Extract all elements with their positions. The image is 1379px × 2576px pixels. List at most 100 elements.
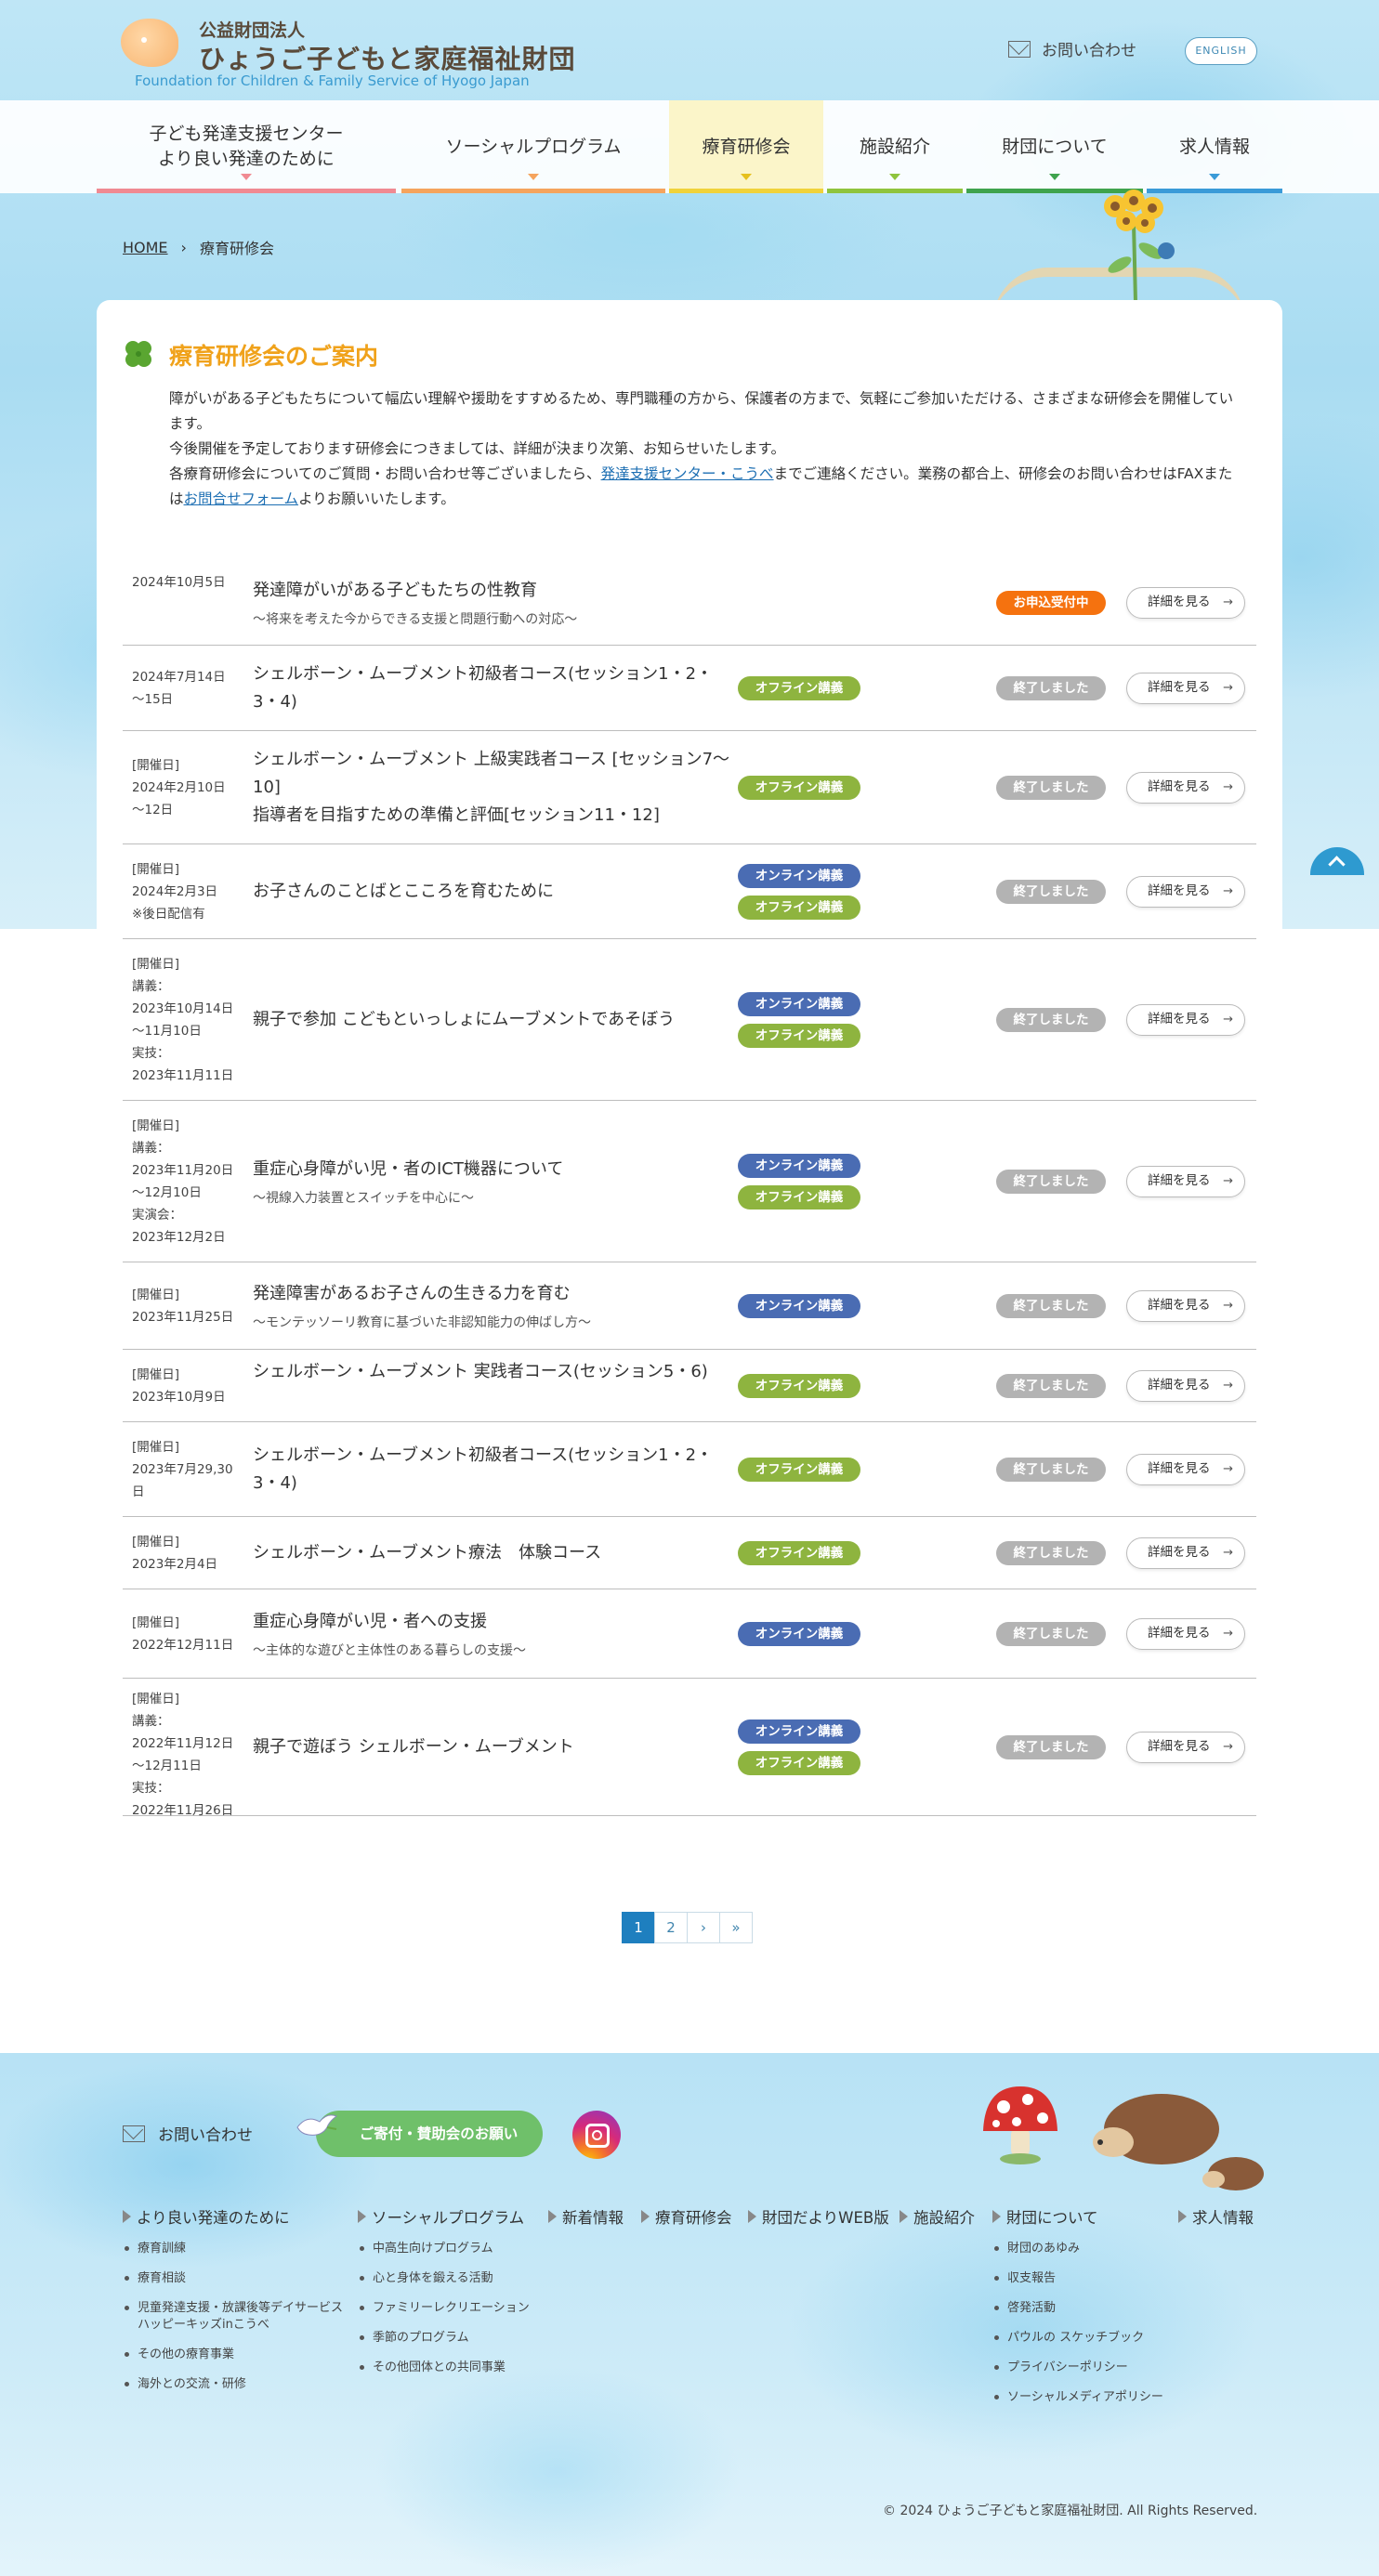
detail-button[interactable]: 詳細を見る	[1126, 1166, 1245, 1197]
footer-column: ソーシャルプログラム中高生向けプログラム 心と身体を鍛える活動 ファミリーレクリエー…	[358, 2205, 544, 2389]
seminar-row: [開催日] 2024年2月3日 ※後日配信有 お子さんのことばとこころを育むために オン…	[123, 844, 1256, 939]
footer-contact-link[interactable]: お問い合わせ	[123, 2122, 253, 2145]
last-page-icon[interactable]: »	[719, 1912, 753, 1943]
detail-button[interactable]: 詳細を見る	[1126, 673, 1245, 704]
seminar-title[interactable]: シェルボーン・ムーブメント 上級実践者コース [セッション7～10] 指導者を目指…	[253, 746, 736, 830]
footer-link-list: 中高生向けプログラム 心と身体を鍛える活動 ファミリーレクリエーション 季節のプログラ…	[358, 2241, 544, 2376]
nav-item-social-program[interactable]: ソーシャルプログラム	[401, 100, 665, 193]
footer-column: 財団について財団のあゆみ 収支報告啓発活動パウルの スケッチブック プライバシーポリ…	[992, 2205, 1178, 2419]
page-2-button[interactable]: 2	[654, 1912, 688, 1943]
detail-button[interactable]: 詳細を見る	[1126, 587, 1245, 619]
footer-link[interactable]: ソーシャルメディアポリシー	[992, 2389, 1178, 2406]
footer-column-heading[interactable]: 施設紹介	[900, 2205, 975, 2228]
mail-icon	[1008, 40, 1031, 58]
seminar-title[interactable]: 重症心身障がい児・者のICT機器について ～視線入力装置とスイッチを中心に～	[253, 1156, 736, 1208]
donation-button[interactable]: ご寄付・賛助会のお願い	[316, 2111, 543, 2157]
logo-org-name[interactable]: ひょうご子どもと家庭福祉財団	[199, 39, 575, 76]
inquiry-form-link[interactable]: お問合せフォーム	[184, 490, 299, 507]
footer-link[interactable]: その他団体との共同事業	[358, 2360, 544, 2376]
seminar-date-line: 2022年11月12日	[132, 1736, 234, 1751]
detail-button[interactable]: 詳細を見る	[1126, 1618, 1245, 1650]
footer-link[interactable]: 児童発達支援・放課後等デイサービス ハッピーキッズinこうべ	[123, 2300, 346, 2334]
seminar-title[interactable]: シェルボーン・ムーブメント 実践者コース(セッション5・6)	[253, 1358, 736, 1386]
footer-link[interactable]: ファミリーレクリエーション	[358, 2300, 544, 2317]
online-lecture-badge: オンライン講義	[738, 1720, 860, 1744]
logo-org-english[interactable]: Foundation for Children & Family Service…	[135, 72, 530, 89]
seminar-date-line: 2023年11月11日	[132, 1068, 234, 1083]
logo-org-type[interactable]: 公益財団法人	[199, 17, 305, 42]
seminar-tags: オンライン講義 オフライン講義	[738, 864, 862, 920]
seminar-title[interactable]: 親子で参加 こどもといっしょにムーブメントであそぼう	[253, 1006, 736, 1034]
detail-button[interactable]: 詳細を見る	[1126, 1454, 1245, 1485]
seminar-tags: オンライン講義	[738, 1622, 862, 1646]
footer-link[interactable]: 海外との交流・研修	[123, 2376, 346, 2393]
footer-link[interactable]: 中高生向けプログラム	[358, 2241, 544, 2257]
seminar-date-line: 2024年2月10日	[132, 780, 226, 795]
detail-button[interactable]: 詳細を見る	[1126, 1537, 1245, 1569]
seminar-title[interactable]: 重症心身障がい児・者への支援 ～主体的な遊びと主体性のある暮らしの支援～	[253, 1608, 736, 1660]
online-lecture-badge: オンライン講義	[738, 1622, 860, 1646]
footer-column-heading[interactable]: 求人情報	[1178, 2205, 1254, 2228]
detail-button[interactable]: 詳細を見る	[1126, 1004, 1245, 1036]
seminar-title[interactable]: シェルボーン・ムーブメント初級者コース(セッション1・2・3・4)	[253, 1442, 736, 1497]
seminar-title[interactable]: シェルボーン・ムーブメント療法 体験コース	[253, 1539, 736, 1567]
seminar-date: [開催日] 講義： 2023年11月20日 ～12月10日 実演会： 2023年12月2日	[132, 1115, 253, 1249]
footer-column-heading[interactable]: ソーシャルプログラム	[358, 2205, 544, 2228]
nav-item-facilities[interactable]: 施設紹介	[827, 100, 963, 193]
footer-link[interactable]: 季節のプログラム	[358, 2330, 544, 2347]
seminar-date-line: 2022年12月11日	[132, 1638, 234, 1653]
seminar-title[interactable]: 発達障害があるお子さんの生きる力を育む ～モンテッソーリ教育に基づいた非認知能力の…	[253, 1280, 736, 1332]
seminar-title[interactable]: お子さんのことばとこころを育むために	[253, 878, 736, 906]
breadcrumb-home-link[interactable]: HOME	[123, 239, 168, 256]
seminar-date: [開催日] 2022年12月11日	[132, 1612, 253, 1656]
seminar-date-line: 実技：	[132, 1781, 170, 1796]
seminar-tags: オフライン講義	[738, 1458, 862, 1482]
footer-link[interactable]: 啓発活動	[992, 2300, 1178, 2317]
footer-column-heading[interactable]: より良い発達のために	[123, 2205, 346, 2228]
seminar-status-badge: 終了しました	[996, 1622, 1106, 1646]
footer-link[interactable]: 財団のあゆみ	[992, 2241, 1178, 2257]
footer-column-heading[interactable]: 財団について	[992, 2205, 1178, 2228]
footer-column-heading[interactable]: 財団だよりWEB版	[748, 2205, 889, 2228]
footer-link[interactable]: 療育相談	[123, 2270, 346, 2287]
detail-button[interactable]: 詳細を見る	[1126, 876, 1245, 908]
nav-item-recruit[interactable]: 求人情報	[1147, 100, 1282, 193]
seminar-row: [開催日] 2023年7月29,30 日 シェルボーン・ムーブメント初級者コース(セッ…	[123, 1422, 1256, 1517]
nav-item-seminars[interactable]: 療育研修会	[669, 100, 823, 193]
seminar-status-badge: 終了しました	[996, 1374, 1106, 1398]
footer-link[interactable]: 療育訓練	[123, 2241, 346, 2257]
footer-link[interactable]: 収支報告	[992, 2270, 1178, 2287]
seminar-subtitle: ～視線入力装置とスイッチを中心に～	[253, 1191, 474, 1206]
offline-lecture-badge: オフライン講義	[738, 1185, 860, 1210]
english-button[interactable]: ENGLISH	[1185, 37, 1257, 65]
seminar-title[interactable]: 発達障がいがある子どもたちの性教育 ～将来を考えた今からできる支援と問題行動への対…	[253, 577, 736, 629]
intro-text: 障がいがある子どもたちについて幅広い理解や援助をすすめるため、専門職種の方から、…	[169, 386, 1242, 512]
detail-button[interactable]: 詳細を見る	[1126, 1290, 1245, 1322]
online-lecture-badge: オンライン講義	[738, 1154, 860, 1178]
detail-button[interactable]: 詳細を見る	[1126, 772, 1245, 804]
footer-link[interactable]: パウルの スケッチブック	[992, 2330, 1178, 2347]
footer-link[interactable]: 心と身体を鍛える活動	[358, 2270, 544, 2287]
detail-button[interactable]: 詳細を見る	[1126, 1732, 1245, 1763]
seminar-date-line: 2023年12月2日	[132, 1230, 226, 1245]
page-1-button[interactable]: 1	[622, 1912, 655, 1943]
logo-mark-icon[interactable]	[121, 19, 178, 67]
header-contact-link[interactable]: お問い合わせ	[1008, 37, 1136, 60]
footer-column-heading[interactable]: 療育研修会	[641, 2205, 732, 2228]
footer-column: 施設紹介	[900, 2205, 975, 2228]
seminar-status-badge: 終了しました	[996, 1170, 1106, 1194]
detail-button[interactable]: 詳細を見る	[1126, 1370, 1245, 1402]
seminar-title[interactable]: 親子で遊ぼう シェルボーン・ムーブメント	[253, 1733, 736, 1761]
breadcrumb: HOME › 療育研修会	[123, 236, 274, 258]
instagram-icon[interactable]	[572, 2111, 621, 2159]
nav-item-development[interactable]: 子ども発達支援センター より良い発達のために	[97, 100, 396, 193]
next-page-icon[interactable]: ›	[687, 1912, 720, 1943]
seminar-tags: オフライン講義	[738, 776, 862, 800]
nav-item-about[interactable]: 財団について	[966, 100, 1143, 193]
seminar-title-text: シェルボーン・ムーブメント初級者コース(セッション1・2・3・4)	[253, 664, 714, 712]
footer-link[interactable]: プライバシーポリシー	[992, 2360, 1178, 2376]
footer-column-heading[interactable]: 新着情報	[548, 2205, 624, 2228]
footer-link[interactable]: その他の療育事業	[123, 2347, 346, 2363]
seminar-title[interactable]: シェルボーン・ムーブメント初級者コース(セッション1・2・3・4)	[253, 660, 736, 716]
support-center-link[interactable]: 発達支援センター・こうべ	[601, 465, 774, 482]
